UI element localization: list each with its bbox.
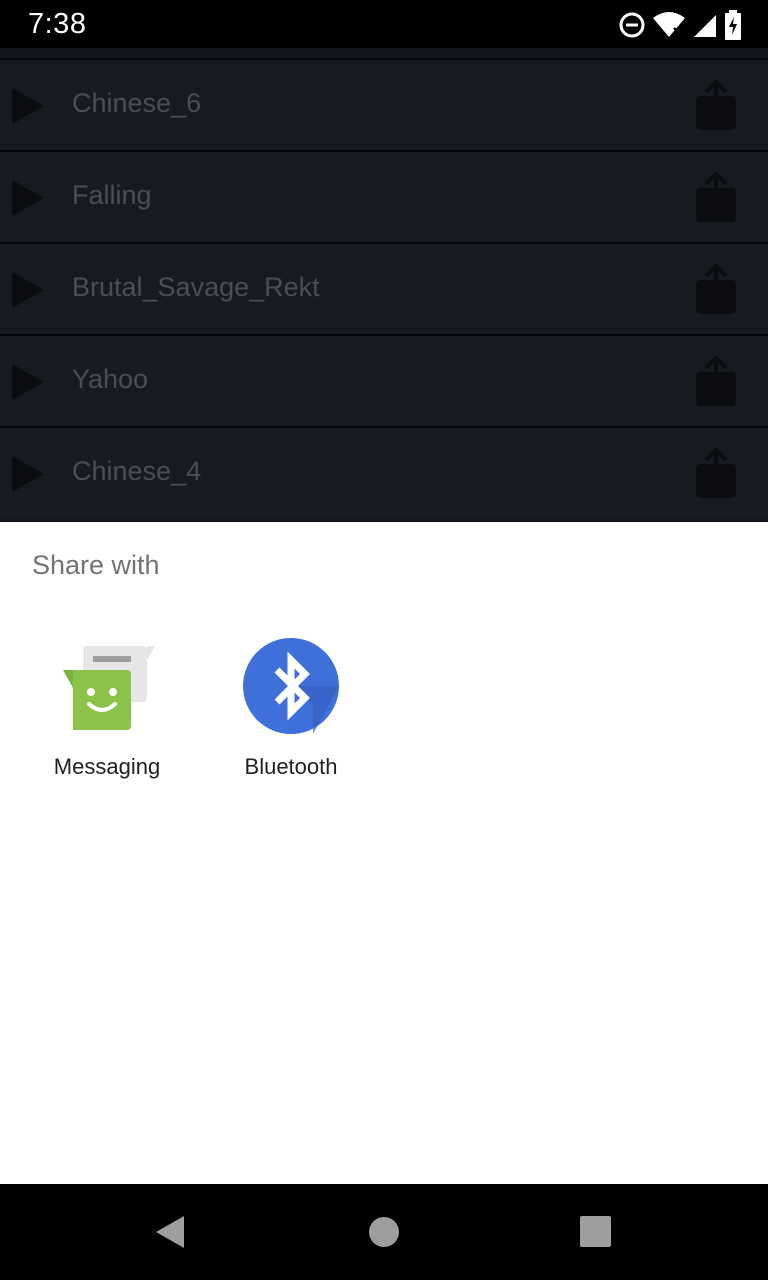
- play-icon[interactable]: [12, 180, 44, 216]
- sound-name: Chinese_6: [72, 88, 202, 118]
- status-icons: [618, 10, 742, 40]
- recents-icon[interactable]: [576, 1212, 616, 1252]
- share-sheet-title: Share with: [32, 550, 160, 580]
- share-target-label: Messaging: [53, 754, 161, 779]
- share-icon[interactable]: [694, 80, 738, 132]
- share-icon[interactable]: [694, 448, 738, 500]
- sound-list: Chinese_6 Falling Brutal_Savage_Rekt Yah…: [0, 48, 768, 522]
- share-target-messaging[interactable]: Messaging: [22, 638, 192, 788]
- play-icon[interactable]: [12, 456, 44, 492]
- status-bar: 7:38: [0, 0, 768, 48]
- sound-name: Brutal_Savage_Rekt: [72, 272, 320, 302]
- share-icon[interactable]: [694, 356, 738, 408]
- play-icon[interactable]: [12, 272, 44, 308]
- status-time: 7:38: [28, 8, 87, 40]
- cell-signal-icon: [694, 15, 716, 37]
- share-icon[interactable]: [694, 172, 738, 224]
- sound-name: Falling: [72, 180, 152, 210]
- nav-bar: [0, 1184, 768, 1280]
- list-item[interactable]: Chinese_6: [0, 58, 768, 150]
- share-icon[interactable]: [694, 264, 738, 316]
- share-sheet: Share with Messaging Bluetooth: [0, 522, 768, 1184]
- list-item[interactable]: Yahoo: [0, 334, 768, 426]
- share-target-bluetooth[interactable]: Bluetooth: [206, 638, 376, 788]
- list-item[interactable]: Chinese_4: [0, 426, 768, 518]
- back-icon[interactable]: [152, 1212, 192, 1252]
- sound-name: Chinese_4: [72, 456, 202, 486]
- wifi-icon: [653, 12, 685, 37]
- list-item[interactable]: Falling: [0, 150, 768, 242]
- share-target-label: Bluetooth: [244, 754, 338, 779]
- play-icon[interactable]: [12, 88, 44, 124]
- play-icon[interactable]: [12, 364, 44, 400]
- sound-name: Yahoo: [72, 364, 149, 394]
- battery-charging-icon: [725, 10, 741, 40]
- list-item[interactable]: Brutal_Savage_Rekt: [0, 242, 768, 334]
- bluetooth-icon[interactable]: [243, 638, 339, 734]
- messaging-icon[interactable]: [59, 638, 155, 734]
- do-not-disturb-icon: [619, 12, 645, 38]
- home-icon[interactable]: [364, 1212, 404, 1252]
